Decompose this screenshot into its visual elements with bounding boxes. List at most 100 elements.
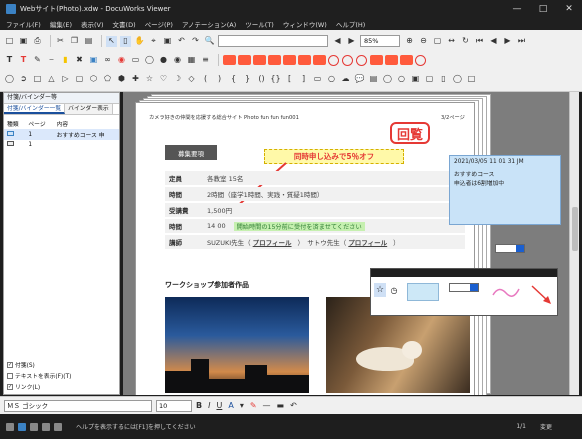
brace-pair-icon[interactable]: {}: [270, 74, 281, 85]
play-tool-icon[interactable]: ▷: [60, 74, 71, 85]
star-icon[interactable]: ☆: [144, 74, 155, 85]
heart-icon[interactable]: ♡: [158, 74, 169, 85]
fill-icon[interactable]: ◉: [172, 55, 183, 66]
stamp-red-9-icon[interactable]: [385, 55, 398, 65]
line-width-icon[interactable]: ▬: [277, 401, 285, 410]
font-color-icon[interactable]: A: [228, 401, 233, 410]
circle-tool-icon[interactable]: ◯: [4, 74, 15, 85]
stamp-round-2-icon[interactable]: [342, 54, 353, 66]
table-row[interactable]: 1: [4, 140, 119, 149]
stamp-red-6-icon[interactable]: [298, 55, 311, 65]
color-circle-icon[interactable]: ●: [158, 55, 169, 66]
next-page-icon[interactable]: ▶: [502, 36, 513, 47]
undo-small-icon[interactable]: ↶: [290, 401, 297, 410]
fit-page-icon[interactable]: ▢: [432, 36, 443, 47]
callout-rect-icon[interactable]: ▭: [312, 74, 323, 85]
close-button[interactable]: ✕: [556, 0, 582, 17]
status-zoom-icon[interactable]: [54, 422, 62, 431]
open-icon[interactable]: □: [4, 36, 15, 47]
zoom-out-icon[interactable]: ⊖: [418, 36, 429, 47]
find-prev-icon[interactable]: ◀: [332, 36, 343, 47]
checkbox-show-text[interactable]: テキストを表示(F)(T): [7, 371, 71, 380]
find-next-icon[interactable]: ▶: [346, 36, 357, 47]
stamp-red-4-icon[interactable]: [268, 55, 281, 65]
menu-window[interactable]: ウィンドウ(W): [283, 19, 327, 29]
table-row[interactable]: 1 おすすめコース 申: [4, 129, 119, 140]
text-select-icon[interactable]: ▯: [120, 35, 131, 47]
checkbox-box[interactable]: ✓: [7, 383, 13, 390]
search-input[interactable]: [218, 35, 328, 47]
frame-icon[interactable]: ▢: [424, 74, 435, 85]
bracket-left-icon[interactable]: [: [284, 74, 295, 85]
hexagon-icon[interactable]: ⬡: [88, 74, 99, 85]
palette-star-icon[interactable]: ☆: [374, 283, 386, 297]
menu-page[interactable]: ページ(P): [145, 19, 173, 29]
thought-bubble-icon[interactable]: ○: [396, 74, 407, 85]
stamp-round-3-icon[interactable]: [356, 54, 367, 66]
palette-sticky-sample[interactable]: [407, 283, 439, 301]
stamp-red-7-icon[interactable]: [313, 55, 326, 65]
menu-file[interactable]: ファイル(F): [6, 19, 41, 29]
text-annotation-icon[interactable]: T: [4, 55, 15, 66]
menu-help[interactable]: ヘルプ(H): [336, 19, 365, 29]
first-page-icon[interactable]: ⏮: [474, 36, 485, 47]
paren-right-icon[interactable]: ): [214, 74, 225, 85]
banner-icon[interactable]: ▯: [438, 74, 449, 85]
speech-oval-icon[interactable]: ◯: [382, 74, 393, 85]
bracket-right-icon[interactable]: ]: [298, 74, 309, 85]
speech-rect-icon[interactable]: ▤: [368, 74, 379, 85]
shape-icon[interactable]: ✖: [74, 55, 85, 66]
marker-icon[interactable]: ▮: [60, 55, 71, 66]
region-select-icon[interactable]: ▣: [162, 36, 173, 47]
tab-binder-view[interactable]: バインダー表示: [65, 104, 113, 114]
text-color-icon[interactable]: T: [18, 55, 29, 66]
palette-clock-icon[interactable]: ◷: [388, 283, 400, 297]
crop-icon[interactable]: ⌖: [148, 36, 159, 47]
moon-icon[interactable]: ☽: [172, 74, 183, 85]
bracket-pair-icon[interactable]: (): [256, 74, 267, 85]
palette-header[interactable]: [371, 269, 557, 277]
cross-icon[interactable]: ✚: [130, 74, 141, 85]
stamp-icon[interactable]: ◉: [116, 55, 127, 66]
save-icon[interactable]: ▣: [18, 36, 29, 47]
menu-annotation[interactable]: アノテーション(A): [182, 19, 236, 29]
callout-round-icon[interactable]: ○: [326, 74, 337, 85]
octagon-icon[interactable]: ⬢: [116, 74, 127, 85]
font-family-select[interactable]: ＭＳ ゴシック: [4, 399, 152, 412]
column-header-page[interactable]: ページ: [25, 118, 53, 129]
sticky-note[interactable]: 2021/03/05 11 01 31 JM おすすめコース 申込者は6割増加中: [449, 155, 561, 225]
stamp-red-2-icon[interactable]: [238, 55, 251, 65]
bold-button[interactable]: B: [196, 401, 202, 410]
diamond-icon[interactable]: ◇: [186, 74, 197, 85]
pen-icon[interactable]: ✎: [32, 55, 43, 66]
triangle-tool-icon[interactable]: △: [46, 74, 57, 85]
column-header-content[interactable]: 内容: [54, 118, 119, 129]
cut-icon[interactable]: ✂: [55, 36, 66, 47]
undo-icon[interactable]: ↶: [176, 36, 187, 47]
fill-color-icon[interactable]: ✎: [250, 401, 257, 410]
fit-width-icon[interactable]: ↔: [446, 36, 457, 47]
rotate-icon[interactable]: ↻: [460, 36, 471, 47]
stamp-round-1-icon[interactable]: [328, 54, 339, 66]
zoom-select[interactable]: 85%: [360, 35, 400, 47]
prev-page-icon[interactable]: ◀: [488, 36, 499, 47]
annotation-toggle[interactable]: [495, 244, 525, 253]
square-outline-icon[interactable]: □: [466, 74, 477, 85]
stamp-red-1-icon[interactable]: [223, 55, 236, 65]
rect-icon[interactable]: ▭: [130, 55, 141, 66]
redo-icon[interactable]: ↷: [190, 36, 201, 47]
document-view[interactable]: カメラ好きの仲間を応援する総合サイト Photo fun fun fun001 …: [123, 92, 569, 395]
italic-button[interactable]: I: [208, 401, 210, 410]
callout-cloud-icon[interactable]: ☁: [340, 74, 351, 85]
maximize-button[interactable]: □: [530, 0, 556, 17]
menu-document[interactable]: 文書(D): [113, 19, 136, 29]
brace-right-icon[interactable]: }: [242, 74, 253, 85]
select-icon[interactable]: ↖: [106, 35, 117, 47]
tab-annotation-list[interactable]: 付箋/バインダー一覧: [4, 104, 66, 114]
dropdown-icon[interactable]: ▾: [240, 401, 244, 410]
document-page[interactable]: カメラ好きの仲間を応援する総合サイト Photo fun fun fun001 …: [135, 102, 475, 395]
scrollbar-thumb[interactable]: [572, 207, 578, 251]
menu-tools[interactable]: ツール(T): [245, 19, 274, 29]
checkbox-box[interactable]: ✓: [7, 361, 13, 368]
paren-left-icon[interactable]: (: [200, 74, 211, 85]
